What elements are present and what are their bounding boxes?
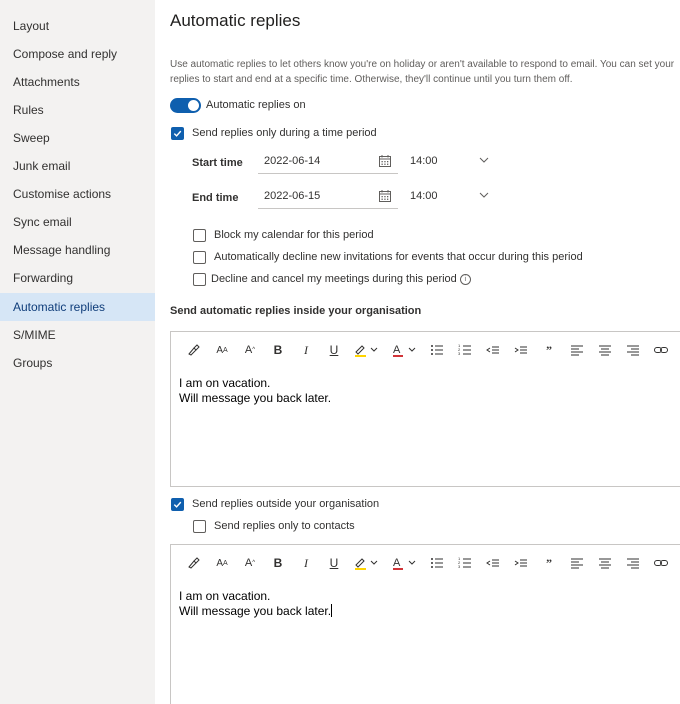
inside-section-heading: Send automatic replies inside your organ… bbox=[170, 305, 422, 317]
format-painter-icon[interactable] bbox=[185, 554, 203, 572]
end-date-input[interactable]: 2022-06-15 bbox=[258, 185, 398, 209]
align-right-icon[interactable] bbox=[624, 341, 642, 359]
sidebar-item-message-handling[interactable]: Message handling bbox=[0, 236, 155, 264]
outside-message-text: I am on vacation. Will message you back … bbox=[179, 589, 333, 619]
align-left-icon[interactable] bbox=[568, 554, 586, 572]
link-icon[interactable] bbox=[652, 554, 670, 572]
increase-font-size-icon[interactable]: A ^ bbox=[241, 341, 259, 359]
highlight-icon[interactable] bbox=[353, 341, 381, 359]
automatic-replies-panel: Automatic replies Use automatic replies … bbox=[155, 0, 680, 704]
start-time-label: Start time bbox=[192, 157, 243, 169]
end-time-value: 14:00 bbox=[410, 190, 438, 202]
inside-message-text: I am on vacation. Will message you back … bbox=[179, 376, 331, 406]
chevron-down-icon bbox=[479, 192, 489, 198]
increase-font-size-icon[interactable]: A ^ bbox=[241, 554, 259, 572]
outside-message-line2: Will message you back later. bbox=[179, 604, 332, 618]
inside-message-editor[interactable]: AA A ^ B I U A 123 ” I am on vacation. Wi… bbox=[170, 331, 680, 487]
calendar-icon[interactable] bbox=[378, 189, 392, 203]
outside-message-editor[interactable]: AA A ^ B I U A 123 ” I am on vacation. Wi… bbox=[170, 544, 680, 704]
underline-icon[interactable]: U bbox=[325, 341, 343, 359]
font-size-icon[interactable]: AA bbox=[213, 341, 231, 359]
quote-icon[interactable]: ” bbox=[540, 554, 558, 572]
sidebar-item-attachments[interactable]: Attachments bbox=[0, 68, 155, 96]
align-center-icon[interactable] bbox=[596, 554, 614, 572]
sidebar-item-layout[interactable]: Layout bbox=[0, 12, 155, 40]
numbering-icon[interactable]: 123 bbox=[456, 341, 474, 359]
bold-icon[interactable]: B bbox=[269, 341, 287, 359]
block-calendar-label: Block my calendar for this period bbox=[214, 229, 374, 241]
format-painter-icon[interactable] bbox=[185, 341, 203, 359]
decline-cancel-meetings-checkbox[interactable] bbox=[193, 273, 206, 286]
sidebar-item-sync-email[interactable]: Sync email bbox=[0, 208, 155, 236]
sidebar-item-smime[interactable]: S/MIME bbox=[0, 321, 155, 349]
sidebar-item-compose-and-reply[interactable]: Compose and reply bbox=[0, 40, 155, 68]
checkmark-icon bbox=[173, 501, 182, 508]
svg-text:3: 3 bbox=[458, 564, 461, 569]
contacts-only-label: Send replies only to contacts bbox=[214, 520, 355, 532]
decline-invitations-label: Automatically decline new invitations fo… bbox=[214, 251, 583, 263]
chevron-down-icon bbox=[479, 157, 489, 163]
sidebar-item-rules[interactable]: Rules bbox=[0, 96, 155, 124]
inside-message-line2: Will message you back later. bbox=[179, 391, 332, 405]
sidebar-item-automatic-replies[interactable]: Automatic replies bbox=[0, 293, 155, 321]
highlight-icon[interactable] bbox=[353, 554, 381, 572]
svg-text:A: A bbox=[393, 344, 401, 356]
text-cursor bbox=[331, 604, 333, 617]
start-time-value: 14:00 bbox=[410, 155, 438, 167]
align-right-icon[interactable] bbox=[624, 554, 642, 572]
bullets-icon[interactable] bbox=[428, 554, 446, 572]
checkmark-icon bbox=[173, 130, 182, 137]
outside-organisation-label: Send replies outside your organisation bbox=[192, 498, 380, 510]
sidebar-item-junk-email[interactable]: Junk email bbox=[0, 152, 155, 180]
increase-indent-icon[interactable] bbox=[512, 554, 530, 572]
decline-invitations-checkbox[interactable] bbox=[193, 251, 206, 264]
quote-icon[interactable]: ” bbox=[540, 341, 558, 359]
font-color-icon[interactable]: A bbox=[391, 341, 419, 359]
font-color-icon[interactable]: A bbox=[391, 554, 419, 572]
calendar-icon[interactable] bbox=[378, 154, 392, 168]
formatting-toolbar: AA A ^ B I U A 123 ” bbox=[171, 332, 680, 368]
bullets-icon[interactable] bbox=[428, 341, 446, 359]
numbering-icon[interactable]: 123 bbox=[456, 554, 474, 572]
decline-cancel-meetings-row: Decline and cancel my meetings during th… bbox=[211, 273, 471, 285]
info-icon[interactable]: i bbox=[459, 274, 471, 285]
sidebar-item-forwarding[interactable]: Forwarding bbox=[0, 264, 155, 292]
outside-message-line1: I am on vacation. bbox=[179, 589, 271, 603]
contacts-only-checkbox[interactable] bbox=[193, 520, 206, 533]
italic-icon[interactable]: I bbox=[297, 341, 315, 359]
italic-icon[interactable]: I bbox=[297, 554, 315, 572]
bold-icon[interactable]: B bbox=[269, 554, 287, 572]
link-icon[interactable] bbox=[652, 341, 670, 359]
page-description: Use automatic replies to let others know… bbox=[170, 59, 675, 85]
sidebar-item-customise-actions[interactable]: Customise actions bbox=[0, 180, 155, 208]
align-center-icon[interactable] bbox=[596, 341, 614, 359]
formatting-toolbar: AA A ^ B I U A 123 ” bbox=[171, 545, 680, 581]
sidebar-item-sweep[interactable]: Sweep bbox=[0, 124, 155, 152]
font-size-icon[interactable]: AA bbox=[213, 554, 231, 572]
start-time-dropdown[interactable]: 14:00 bbox=[410, 150, 490, 174]
end-time-label: End time bbox=[192, 192, 239, 204]
end-date-value: 2022-06-15 bbox=[264, 190, 321, 202]
end-time-dropdown[interactable]: 14:00 bbox=[410, 185, 490, 209]
inside-message-line1: I am on vacation. bbox=[179, 376, 271, 390]
align-left-icon[interactable] bbox=[568, 341, 586, 359]
decrease-indent-icon[interactable] bbox=[484, 554, 502, 572]
outside-organisation-checkbox[interactable] bbox=[171, 498, 184, 511]
automatic-replies-toggle[interactable] bbox=[170, 98, 201, 113]
underline-icon[interactable]: U bbox=[325, 554, 343, 572]
decrease-indent-icon[interactable] bbox=[484, 341, 502, 359]
settings-sidebar: Layout Compose and reply Attachments Rul… bbox=[0, 0, 155, 704]
sidebar-item-groups[interactable]: Groups bbox=[0, 349, 155, 377]
decline-cancel-meetings-label: Decline and cancel my meetings during th… bbox=[211, 273, 457, 285]
start-date-value: 2022-06-14 bbox=[264, 155, 321, 167]
page-title: Automatic replies bbox=[170, 11, 301, 30]
time-period-label: Send replies only during a time period bbox=[192, 127, 377, 139]
start-date-input[interactable]: 2022-06-14 bbox=[258, 150, 398, 174]
time-period-checkbox[interactable] bbox=[171, 127, 184, 140]
svg-text:3: 3 bbox=[458, 351, 461, 356]
increase-indent-icon[interactable] bbox=[512, 341, 530, 359]
block-calendar-checkbox[interactable] bbox=[193, 229, 206, 242]
svg-text:A: A bbox=[393, 557, 401, 569]
toggle-label: Automatic replies on bbox=[206, 99, 306, 111]
